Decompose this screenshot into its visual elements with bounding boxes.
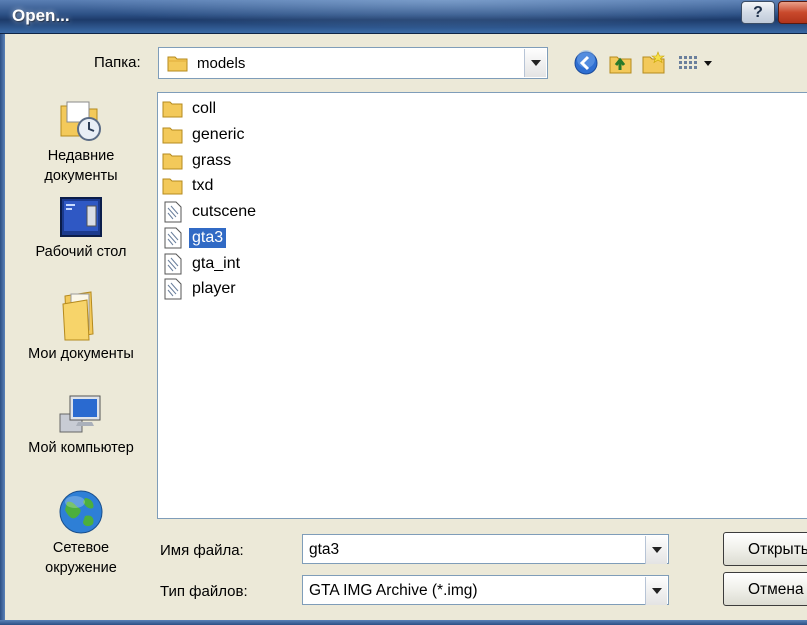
open-button[interactable]: Открыть <box>723 532 807 566</box>
desktop-icon <box>60 197 102 237</box>
network-icon <box>59 490 103 534</box>
place-label-line1: Рабочий стол <box>35 244 127 260</box>
folder-icon <box>162 153 183 170</box>
place-recent-documents[interactable]: Недавние документы <box>6 98 156 186</box>
my-documents-icon <box>62 291 94 341</box>
file-icon <box>164 227 182 249</box>
place-my-computer[interactable]: Мой компьютер <box>6 392 156 458</box>
title-bar[interactable]: Open... ? <box>0 0 807 34</box>
file-name: gta_int <box>192 255 241 272</box>
place-label-line1: Недавние <box>47 148 115 164</box>
folder-icon <box>162 101 183 118</box>
filename-dropdown-arrow[interactable] <box>645 536 667 564</box>
filename-input[interactable]: gta3 <box>302 534 669 564</box>
window-frame-left <box>0 34 5 625</box>
place-network[interactable]: Сетевое окружение <box>6 488 156 578</box>
cancel-button[interactable]: Отмена <box>723 572 807 606</box>
file-icon <box>164 278 182 300</box>
place-my-documents[interactable]: Мои документы <box>6 290 156 364</box>
place-label-line1: Сетевое <box>52 540 110 556</box>
my-computer-icon <box>59 395 101 433</box>
file-name: cutscene <box>192 203 257 220</box>
up-folder-icon[interactable] <box>608 50 634 76</box>
window-title: Open... <box>12 6 70 25</box>
folder-current: models <box>197 55 246 72</box>
back-icon[interactable] <box>573 50 599 76</box>
file-name: player <box>192 280 236 297</box>
folder-dropdown[interactable]: models <box>158 47 548 79</box>
file-icon <box>164 201 182 223</box>
filetype-label: Тип файлов: <box>160 583 248 600</box>
filetype-dropdown-arrow[interactable] <box>645 577 667 605</box>
file-name: txd <box>192 177 214 194</box>
filename-label: Имя файла: <box>160 542 244 559</box>
window-frame-bottom <box>0 620 807 625</box>
place-label-line1: Мой компьютер <box>28 440 134 456</box>
file-name: generic <box>192 126 245 143</box>
folder-label: Папка: <box>94 54 141 71</box>
file-name: gta3 <box>189 228 227 248</box>
folder-icon <box>167 56 188 72</box>
new-folder-icon[interactable] <box>641 50 667 76</box>
file-name: grass <box>192 152 232 169</box>
place-label-line2: документы <box>44 168 118 184</box>
place-label-line2: окружение <box>45 560 117 576</box>
folder-dropdown-arrow[interactable] <box>524 49 546 77</box>
view-menu-icon[interactable] <box>676 50 720 76</box>
close-button[interactable] <box>778 1 807 24</box>
title-bar-glass <box>0 0 807 33</box>
file-icon <box>164 253 182 275</box>
place-label-line1: Мои документы <box>28 346 134 362</box>
filetype-value: GTA IMG Archive (*.img) <box>309 582 478 599</box>
file-name: coll <box>192 100 217 117</box>
filetype-select[interactable]: GTA IMG Archive (*.img) <box>302 575 669 605</box>
filename-value: gta3 <box>309 541 340 558</box>
help-button[interactable]: ? <box>741 1 775 24</box>
folder-icon <box>162 178 183 195</box>
recent-documents-icon <box>60 101 101 141</box>
place-desktop[interactable]: Рабочий стол <box>6 196 156 262</box>
folder-icon <box>162 127 183 144</box>
file-list[interactable]: coll generic grass txd cutscene gta3 gta… <box>157 92 807 519</box>
